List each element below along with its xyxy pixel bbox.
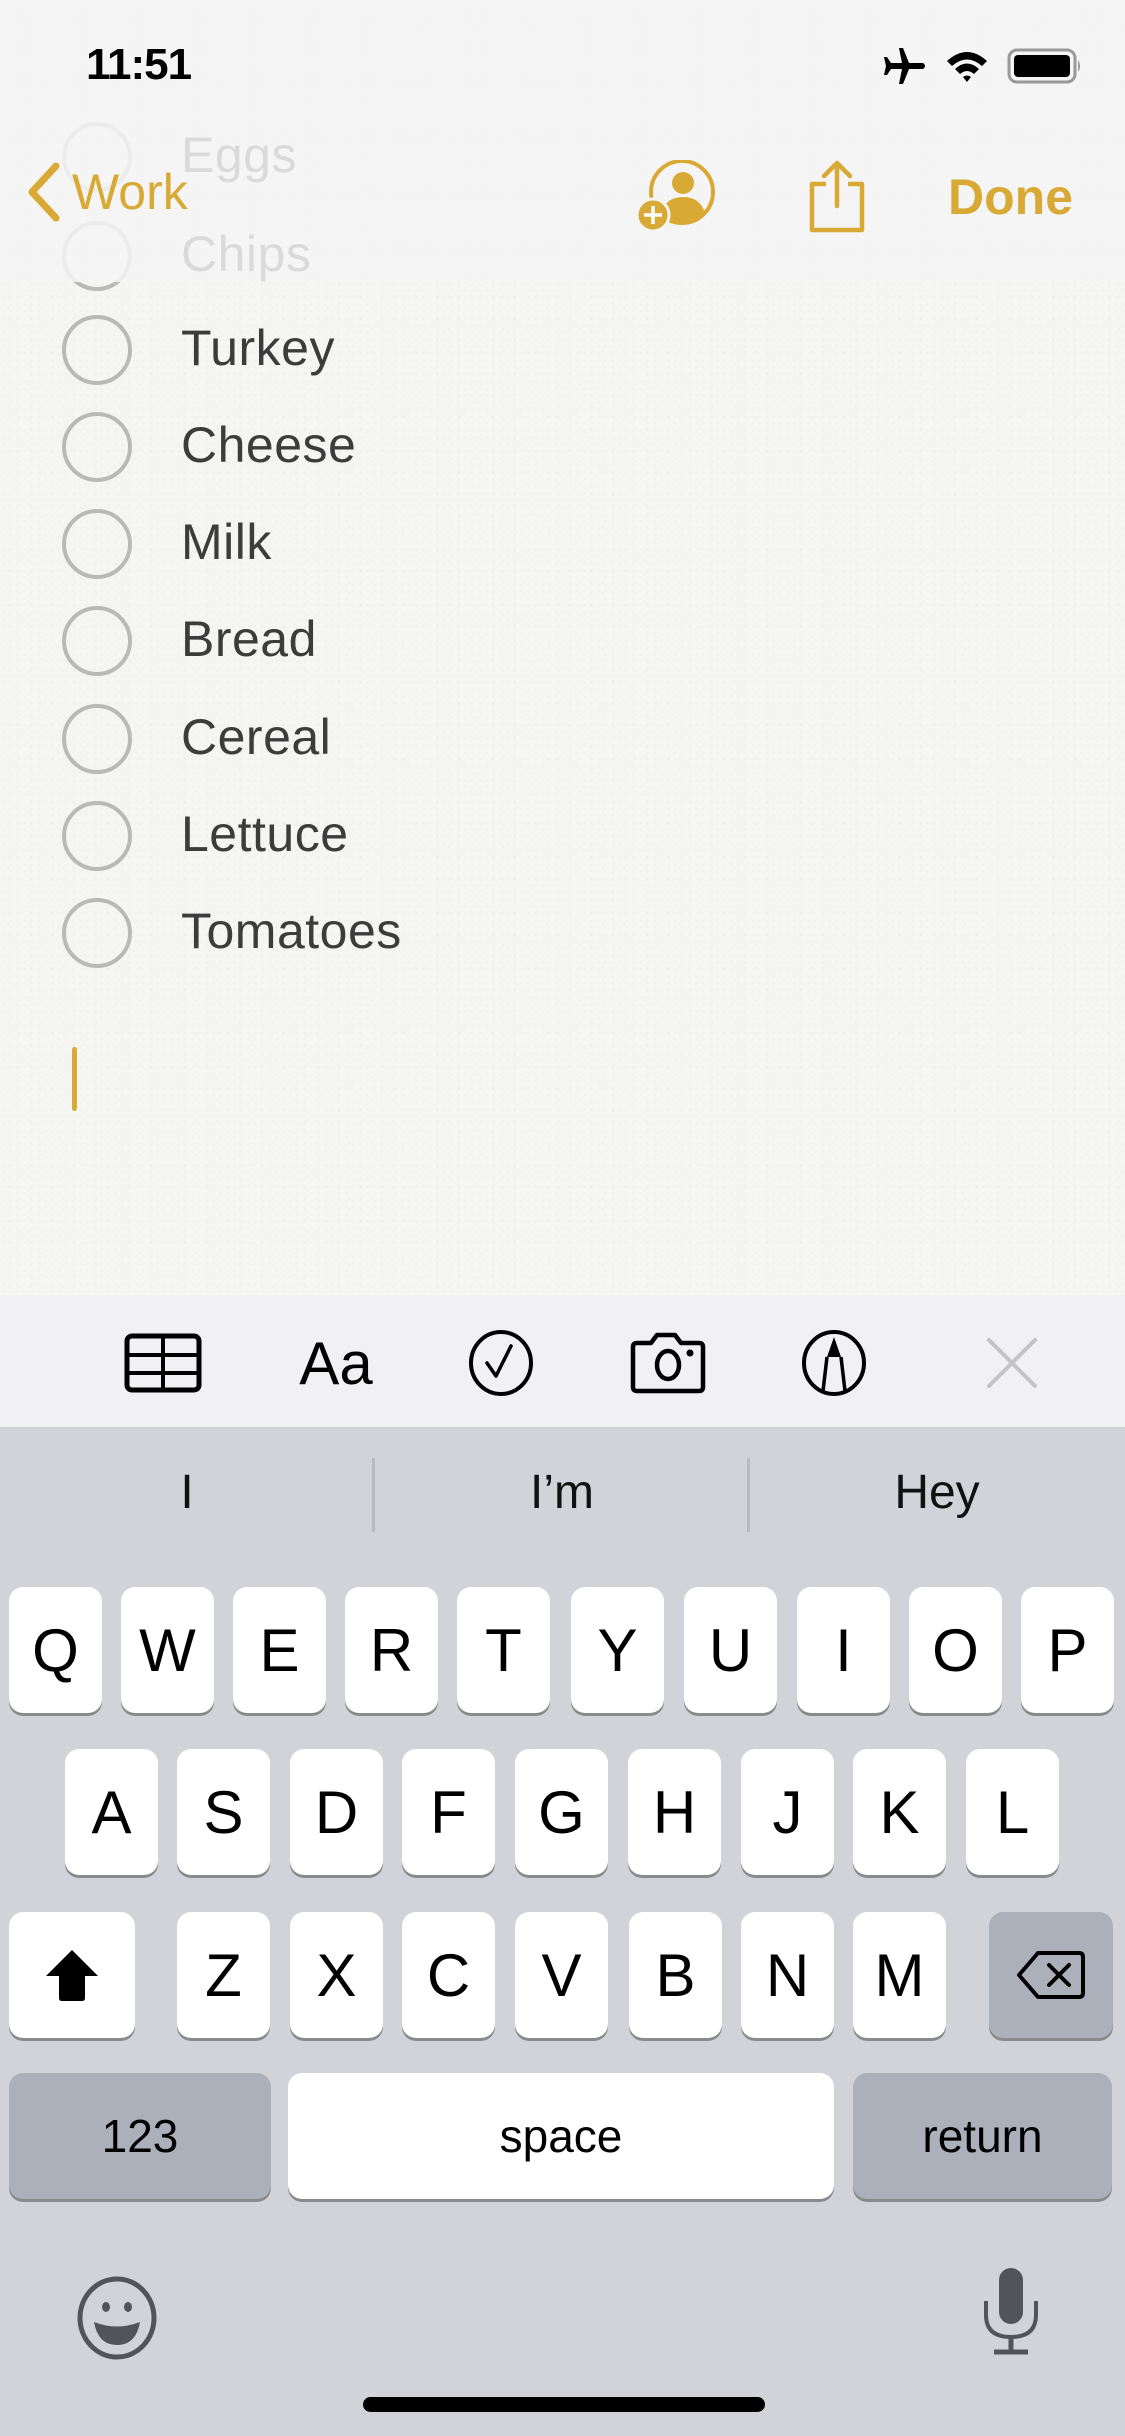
checklist-item-label: Lettuce: [181, 806, 349, 862]
battery-icon: [1007, 48, 1080, 84]
suggestion[interactable]: I: [0, 1427, 374, 1557]
checklist-item[interactable]: Milk: [0, 499, 700, 596]
key-w[interactable]: W: [121, 1587, 214, 1713]
checkbox[interactable]: [62, 704, 132, 774]
table-button[interactable]: [123, 1331, 203, 1395]
checkbox[interactable]: [62, 509, 132, 579]
key-u[interactable]: U: [684, 1587, 777, 1713]
shift-key[interactable]: [9, 1912, 135, 2038]
key-k[interactable]: K: [853, 1749, 946, 1875]
key-s[interactable]: S: [177, 1749, 270, 1875]
checklist-item[interactable]: Turkey: [0, 305, 700, 402]
dictation-button[interactable]: [980, 2265, 1042, 2362]
delete-icon: [1017, 1951, 1085, 1999]
format-toolbar: Aa: [0, 1295, 1125, 1427]
status-time: 11:51: [86, 40, 192, 89]
checkbox[interactable]: [62, 315, 132, 385]
checkbox[interactable]: [62, 412, 132, 482]
airplane-mode-icon: [884, 48, 925, 84]
wifi-icon: [947, 52, 987, 82]
chevron-left-icon: [28, 162, 60, 222]
markup-button[interactable]: [794, 1330, 874, 1396]
checklist-icon: [469, 1330, 533, 1396]
keyboard: I I’m Hey Q W E R T Y U I O P A S D F G …: [0, 1427, 1125, 2436]
checkbox[interactable]: [62, 898, 132, 968]
key-v[interactable]: V: [515, 1912, 608, 2038]
back-button[interactable]: Work: [24, 160, 188, 224]
emoji-icon: [77, 2276, 157, 2360]
share-button[interactable]: [806, 160, 868, 239]
checkbox[interactable]: [62, 801, 132, 871]
key-l[interactable]: L: [966, 1749, 1059, 1875]
table-icon: [124, 1333, 202, 1393]
suggestion[interactable]: Hey: [750, 1427, 1124, 1557]
checklist-item[interactable]: Cheese: [0, 402, 700, 499]
key-c[interactable]: C: [402, 1912, 495, 2038]
checkbox[interactable]: [62, 606, 132, 676]
key-z[interactable]: Z: [177, 1912, 270, 2038]
return-key[interactable]: return: [853, 2073, 1112, 2199]
key-y[interactable]: Y: [571, 1587, 664, 1713]
checklist-item-label: Milk: [181, 514, 272, 570]
checklist-item[interactable]: Cereal: [0, 694, 700, 791]
checklist-item-label: Bread: [181, 611, 317, 667]
key-j[interactable]: J: [741, 1749, 834, 1875]
checklist-item[interactable]: Lettuce: [0, 791, 700, 888]
key-f[interactable]: F: [402, 1749, 495, 1875]
text-format-icon: Aa: [299, 1329, 373, 1397]
key-b[interactable]: B: [629, 1912, 722, 2038]
camera-button[interactable]: [628, 1331, 708, 1395]
add-people-button[interactable]: [635, 159, 722, 237]
markup-icon: [802, 1330, 866, 1396]
key-p[interactable]: P: [1021, 1587, 1114, 1713]
key-t[interactable]: T: [457, 1587, 550, 1713]
done-button[interactable]: Done: [948, 168, 1073, 226]
navigation-bar: 11:51 Work Done: [0, 0, 1125, 282]
home-indicator[interactable]: [363, 2397, 765, 2412]
shift-arrow-icon: [46, 1950, 98, 2001]
key-a[interactable]: A: [65, 1749, 158, 1875]
key-x[interactable]: X: [290, 1912, 383, 2038]
share-icon: [809, 160, 865, 233]
delete-key[interactable]: [989, 1912, 1113, 2038]
key-q[interactable]: Q: [9, 1587, 102, 1713]
emoji-button[interactable]: [74, 2275, 160, 2366]
key-e[interactable]: E: [233, 1587, 326, 1713]
key-r[interactable]: R: [345, 1587, 438, 1713]
numbers-key[interactable]: 123: [9, 2073, 271, 2199]
microphone-icon: [984, 2268, 1038, 2355]
back-button-label: Work: [72, 164, 188, 220]
checklist-item-label: Tomatoes: [181, 903, 402, 959]
close-toolbar-button[interactable]: [972, 1331, 1052, 1395]
checklist-button[interactable]: [461, 1330, 541, 1396]
key-m[interactable]: M: [853, 1912, 946, 2038]
key-h[interactable]: H: [628, 1749, 721, 1875]
checklist-item[interactable]: Bread: [0, 596, 700, 693]
status-icons: [881, 46, 1083, 86]
suggestion[interactable]: I’m: [375, 1427, 749, 1557]
key-n[interactable]: N: [741, 1912, 834, 2038]
checklist-item[interactable]: Tomatoes: [0, 888, 700, 985]
checklist-item-label: Turkey: [181, 320, 335, 376]
checklist-item-label: Cheese: [181, 417, 357, 473]
key-g[interactable]: G: [515, 1749, 608, 1875]
close-icon: [987, 1338, 1037, 1388]
key-d[interactable]: D: [290, 1749, 383, 1875]
key-i[interactable]: I: [797, 1587, 890, 1713]
camera-icon: [630, 1332, 706, 1394]
text-cursor: [72, 1047, 77, 1111]
add-person-icon: [635, 159, 715, 233]
checklist-item-label: Cereal: [181, 709, 332, 765]
key-o[interactable]: O: [909, 1587, 1002, 1713]
text-format-button[interactable]: Aa: [296, 1329, 376, 1397]
space-key[interactable]: space: [288, 2073, 834, 2199]
